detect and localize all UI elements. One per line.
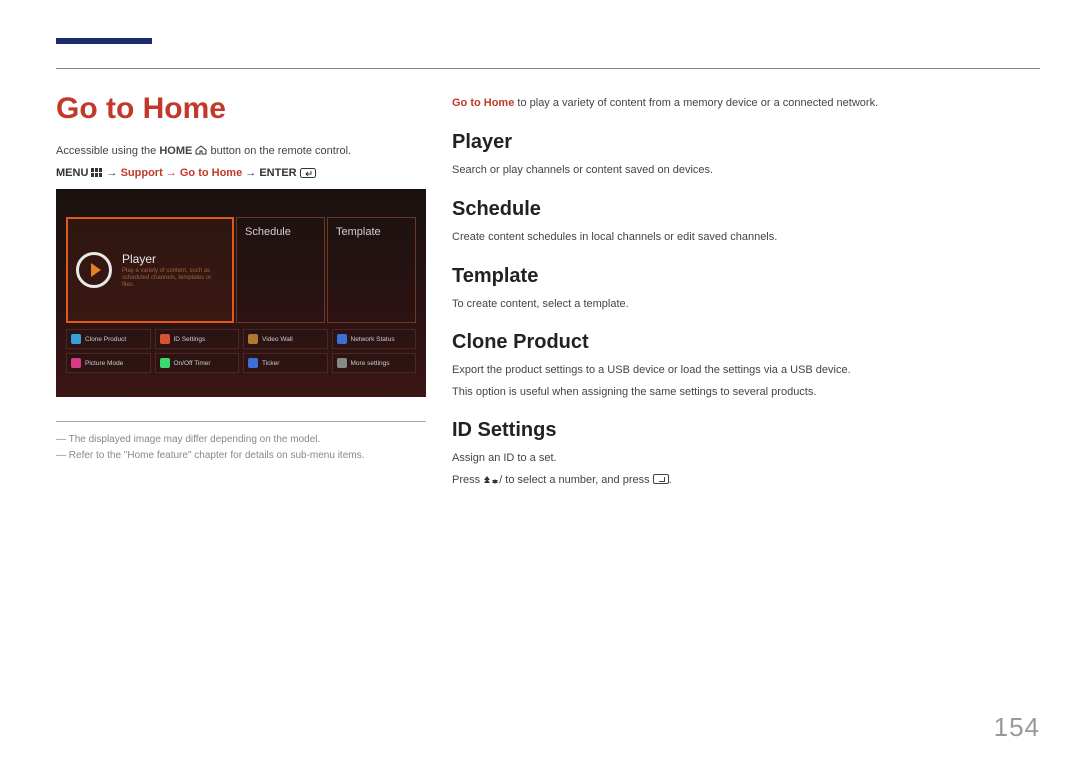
screenshot-template-label: Template — [336, 226, 381, 238]
grid-item-icon — [160, 358, 170, 368]
screenshot-grid-item: Clone Product — [66, 329, 151, 349]
screenshot-template-tile: Template — [327, 217, 416, 323]
grid-item-label: ID Settings — [174, 336, 206, 343]
period: . — [669, 474, 672, 486]
text-id-2b: to select a number, and press — [502, 474, 652, 486]
text-template: To create content, select a template. — [452, 296, 1040, 314]
text-id-2: Press / to select a number, and press . — [452, 472, 1040, 490]
header-accent-bar — [56, 38, 152, 44]
screenshot-grid-item: On/Off Timer — [155, 353, 240, 373]
grid-item-label: Video Wall — [262, 336, 293, 343]
screenshot-player-title: Player — [122, 252, 224, 266]
footnote-1: The displayed image may differ depending… — [56, 432, 426, 448]
lead-rest: to play a variety of content from a memo… — [514, 97, 878, 109]
intro-text: Accessible using the HOME button on the … — [56, 144, 426, 159]
grid-item-icon — [71, 358, 81, 368]
screenshot-player-sub1: Play a variety of content, such as — [122, 268, 224, 275]
text-id-1: Assign an ID to a set. — [452, 450, 1040, 468]
lead-bold: Go to Home — [452, 97, 514, 109]
menu-path: MENU → Support → Go to Home → ENTER — [56, 167, 426, 179]
grid-item-icon — [248, 358, 258, 368]
grid-item-label: Network Status — [351, 336, 395, 343]
text-player: Search or play channels or content saved… — [452, 162, 1040, 180]
screenshot-player-sub2: scheduled channels, templates or files. — [122, 275, 224, 289]
screenshot-schedule-tile: Schedule — [236, 217, 325, 323]
intro-post: button on the remote control. — [207, 145, 351, 157]
home-screenshot: Player Play a variety of content, such a… — [56, 189, 426, 397]
heading-id: ID Settings — [452, 419, 1040, 442]
path-enter: ENTER — [259, 167, 299, 179]
intro-pre: Accessible using the — [56, 145, 159, 157]
page-number: 154 — [994, 712, 1040, 743]
screenshot-player-tile: Player Play a variety of content, such a… — [66, 217, 234, 323]
screenshot-grid-item: More settings — [332, 353, 417, 373]
path-support: Support — [121, 167, 163, 179]
screenshot-grid-item: ID Settings — [155, 329, 240, 349]
enter-icon-inline — [653, 474, 669, 484]
grid-item-label: On/Off Timer — [174, 360, 211, 367]
page-title: Go to Home — [56, 92, 426, 126]
heading-player: Player — [452, 131, 1040, 154]
screenshot-grid-item: Ticker — [243, 353, 328, 373]
enter-icon — [300, 168, 316, 178]
grid-item-icon — [248, 334, 258, 344]
path-arrow3: → — [242, 167, 259, 179]
screenshot-main-row: Player Play a variety of content, such a… — [66, 217, 416, 323]
screenshot-player-text: Player Play a variety of content, such a… — [122, 252, 224, 290]
text-schedule: Create content schedules in local channe… — [452, 229, 1040, 247]
text-clone-2: This option is useful when assigning the… — [452, 384, 1040, 402]
up-down-icon — [483, 475, 499, 485]
right-column: Go to Home to play a variety of content … — [452, 96, 1040, 494]
grid-item-icon — [160, 334, 170, 344]
text-clone-1: Export the product settings to a USB dev… — [452, 362, 1040, 380]
intro-home-bold: HOME — [159, 145, 192, 157]
screenshot-grid-item: Network Status — [332, 329, 417, 349]
menu-grid-icon — [91, 168, 103, 178]
heading-schedule: Schedule — [452, 198, 1040, 221]
lead-text: Go to Home to play a variety of content … — [452, 96, 1040, 111]
screenshot-grid: Clone Product ID Settings Video Wall Networ… — [66, 329, 416, 373]
left-column: Go to Home Accessible using the HOME but… — [56, 92, 426, 464]
screenshot-grid-item: Picture Mode — [66, 353, 151, 373]
path-arrow1: → — [103, 167, 120, 179]
play-icon — [76, 252, 112, 288]
grid-item-icon — [337, 358, 347, 368]
footnote-rule — [56, 421, 426, 422]
grid-item-icon — [337, 334, 347, 344]
screenshot-schedule-label: Schedule — [245, 226, 291, 238]
grid-item-icon — [71, 334, 81, 344]
header-rule — [56, 68, 1040, 69]
path-goto: Go to Home — [180, 167, 242, 179]
heading-clone: Clone Product — [452, 331, 1040, 354]
grid-item-label: More settings — [351, 360, 390, 367]
grid-item-label: Clone Product — [85, 336, 126, 343]
home-icon — [195, 145, 207, 155]
text-id-2a: Press — [452, 474, 483, 486]
path-arrow2: → — [163, 167, 180, 179]
path-menu: MENU — [56, 167, 91, 179]
screenshot-grid-item: Video Wall — [243, 329, 328, 349]
grid-item-label: Ticker — [262, 360, 279, 367]
footnote-2: Refer to the "Home feature" chapter for … — [56, 448, 426, 464]
heading-template: Template — [452, 265, 1040, 288]
grid-item-label: Picture Mode — [85, 360, 123, 367]
